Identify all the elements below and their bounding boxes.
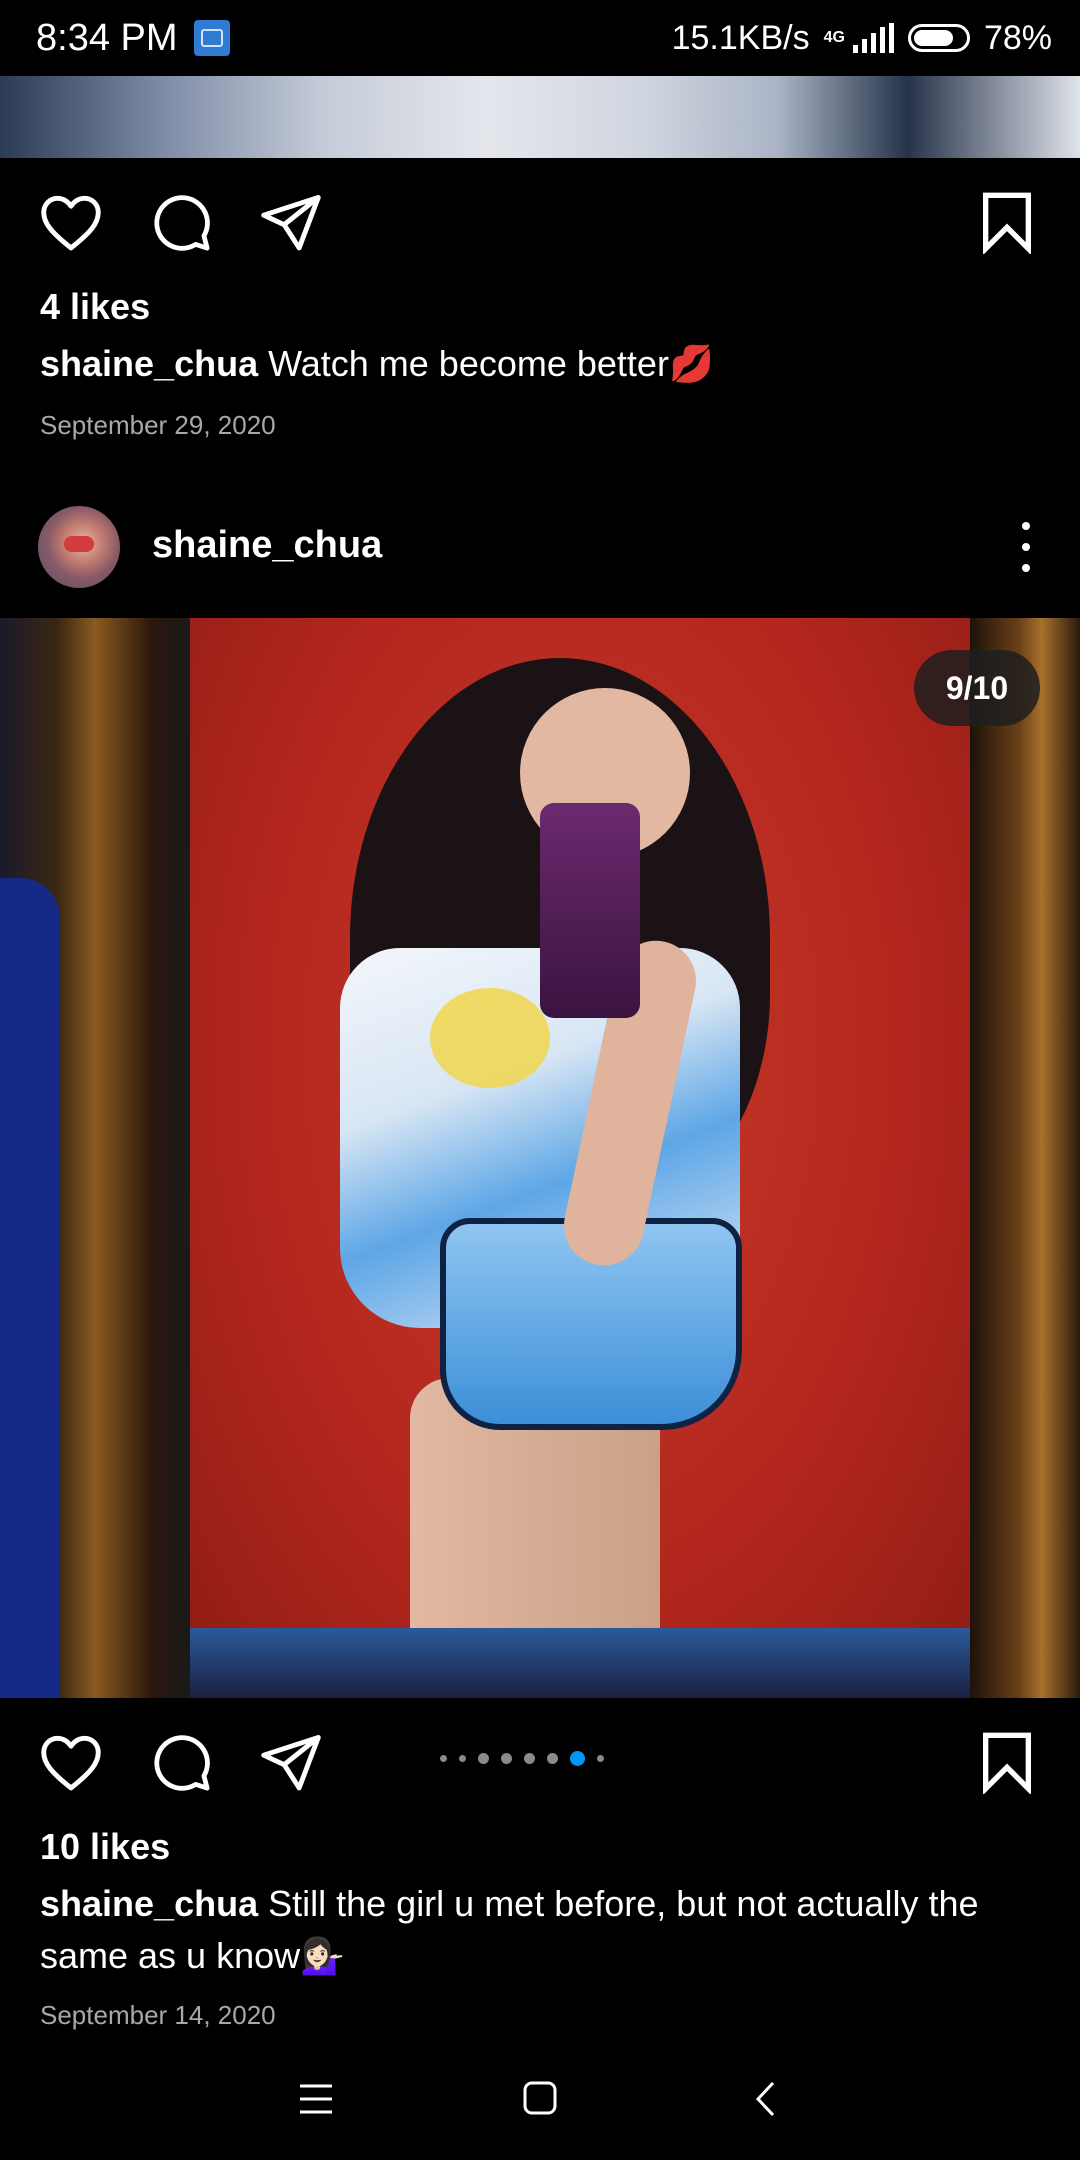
- system-nav-bar: [0, 2050, 1080, 2160]
- status-time: 8:34 PM: [36, 16, 178, 59]
- likes-count[interactable]: 10 likes: [40, 1826, 170, 1868]
- caption-username[interactable]: shaine_chua: [40, 1883, 258, 1924]
- heart-icon[interactable]: [38, 192, 104, 252]
- caption-username[interactable]: shaine_chua: [40, 343, 258, 384]
- battery-icon: [907, 24, 970, 52]
- back-icon[interactable]: [754, 2080, 776, 2118]
- post-1-actions: [0, 180, 1080, 260]
- post-username[interactable]: shaine_chua: [152, 524, 382, 567]
- bookmark-icon[interactable]: [980, 190, 1034, 254]
- menu-icon[interactable]: [298, 2082, 334, 2116]
- network-type: 4G: [823, 29, 845, 46]
- carousel-dot: [524, 1752, 535, 1764]
- carousel-dot: [459, 1754, 466, 1762]
- comment-icon[interactable]: [148, 1730, 214, 1794]
- avatar[interactable]: [38, 506, 120, 588]
- comment-icon[interactable]: [148, 190, 214, 254]
- post-date: September 29, 2020: [40, 410, 276, 440]
- signal-icon: [852, 23, 894, 53]
- previous-post-image[interactable]: [0, 76, 1080, 158]
- bookmark-icon[interactable]: [980, 1730, 1034, 1794]
- post-caption: shaine_chua Still the girl u met before,…: [40, 1878, 1040, 1982]
- home-icon[interactable]: [522, 2080, 558, 2116]
- status-bar: 8:34 PM 15.1KB/s 4G 78%: [0, 0, 1080, 76]
- more-icon[interactable]: [1020, 522, 1032, 572]
- carousel-dot: [547, 1752, 558, 1764]
- network-speed: 15.1KB/s: [671, 18, 810, 57]
- carousel-dot: [440, 1754, 447, 1762]
- share-icon[interactable]: [258, 1732, 324, 1792]
- carousel-dot-active: [570, 1750, 585, 1766]
- post-header: shaine_chua: [0, 500, 1080, 596]
- post-caption: shaine_chua Watch me become better💋: [40, 338, 1040, 390]
- post-image[interactable]: [0, 618, 1080, 1698]
- image-counter: 9/10: [914, 650, 1040, 726]
- share-icon[interactable]: [258, 192, 324, 252]
- carousel-dot: [478, 1752, 489, 1764]
- caption-text: Watch me become better💋: [268, 343, 714, 384]
- carousel-dot: [597, 1754, 604, 1762]
- likes-count[interactable]: 4 likes: [40, 286, 150, 328]
- battery-level: 78%: [983, 18, 1052, 57]
- post-date: September 14, 2020: [40, 2000, 276, 2030]
- heart-icon[interactable]: [38, 1732, 104, 1792]
- carousel-indicator: [440, 1750, 604, 1766]
- carousel-dot: [501, 1752, 512, 1764]
- mi-notification-icon: [193, 20, 230, 56]
